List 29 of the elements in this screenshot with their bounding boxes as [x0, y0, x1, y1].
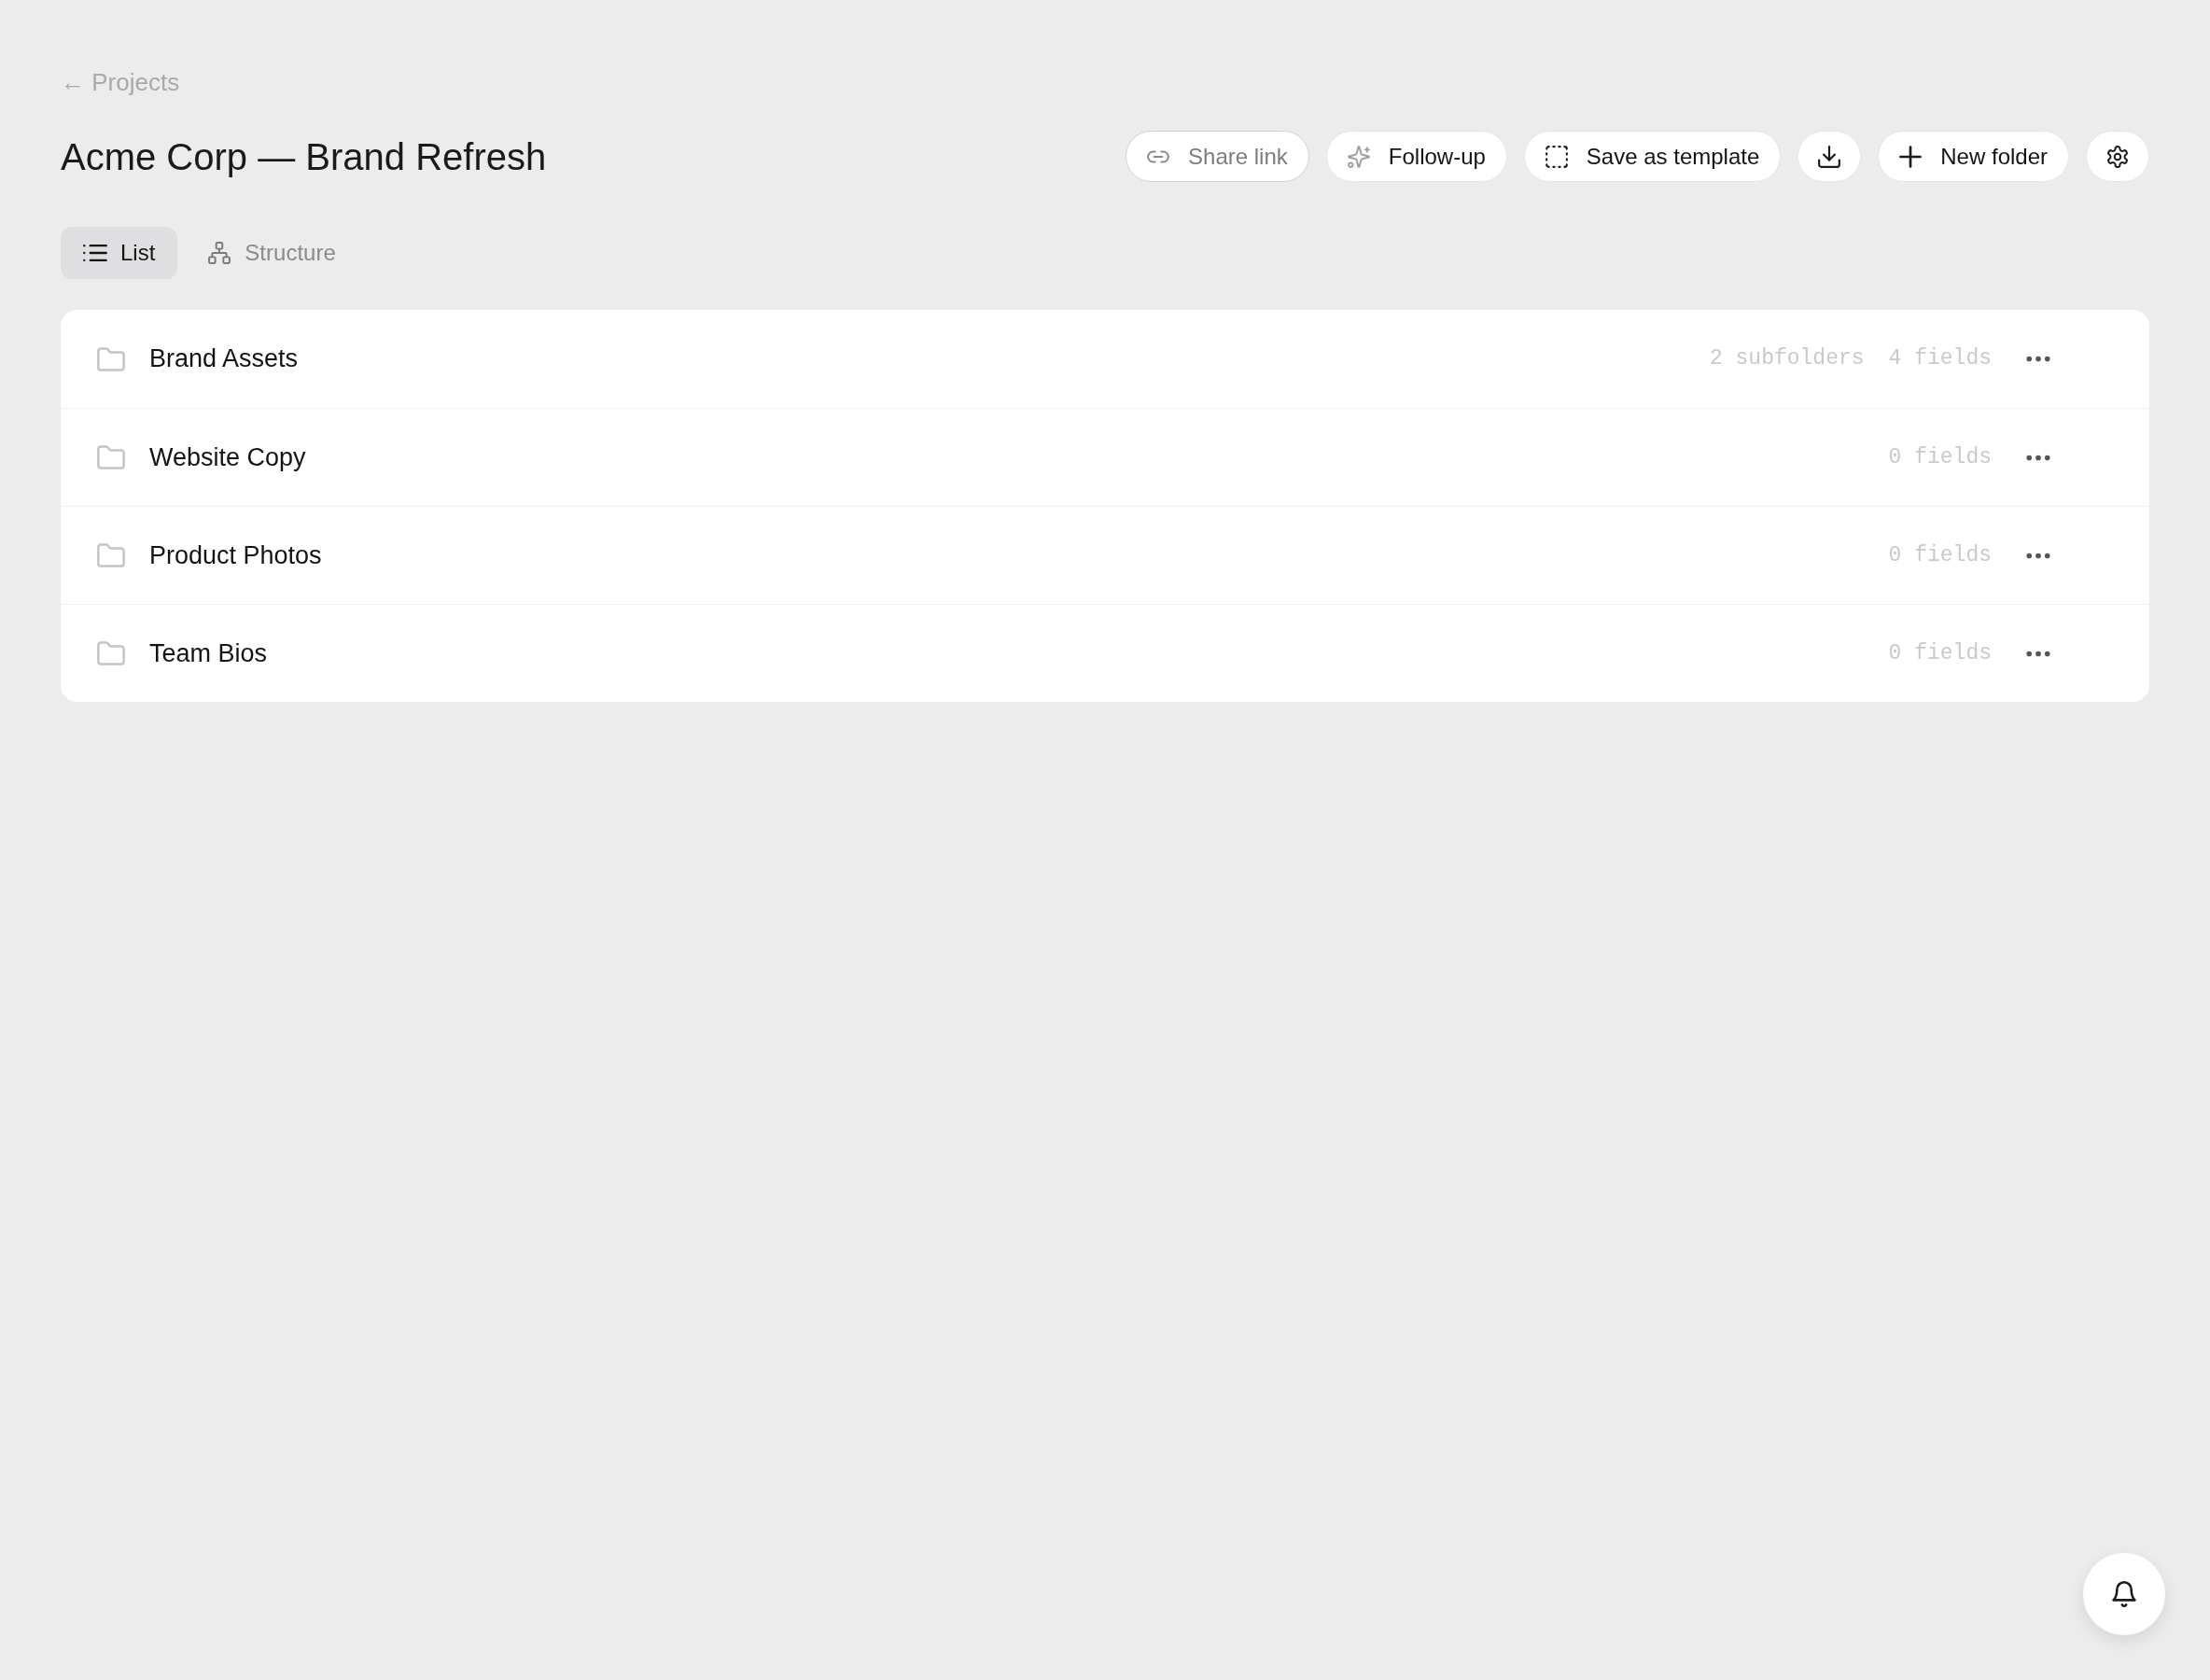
more-icon — [2026, 454, 2050, 461]
more-button[interactable] — [2026, 552, 2050, 559]
folder-name: Website Copy — [149, 441, 306, 473]
toolbar-button[interactable]: New folder — [1878, 131, 2069, 182]
plus-icon — [1899, 145, 1923, 168]
folder-icon — [97, 641, 125, 665]
folder-name: Brand Assets — [149, 343, 299, 375]
view-tab[interactable]: List — [61, 227, 178, 279]
hierarchy-icon — [207, 242, 232, 264]
more-button[interactable] — [2026, 454, 2050, 461]
more-icon — [2026, 356, 2050, 362]
bell-icon — [2111, 1581, 2137, 1607]
folder-icon — [97, 543, 125, 567]
more-button[interactable] — [2026, 356, 2050, 362]
toolbar-button[interactable]: Follow-up — [1325, 131, 1507, 182]
folder-icon — [97, 346, 125, 371]
more-icon — [2026, 552, 2050, 559]
folder-icon — [97, 445, 125, 469]
download-icon — [1818, 145, 1841, 168]
more-button[interactable] — [2026, 650, 2050, 657]
page-title: Acme Corp — Brand Refresh — [61, 134, 547, 179]
folder-name: Team Bios — [149, 637, 268, 669]
toolbar-button[interactable]: Save as template — [1523, 131, 1782, 182]
dashed-square-icon — [1545, 145, 1568, 168]
more-icon — [2026, 650, 2050, 657]
settings-icon — [2106, 145, 2129, 168]
sparkle-icon — [1347, 145, 1370, 168]
list-icon — [83, 242, 107, 264]
folder-name: Product Photos — [149, 539, 322, 571]
